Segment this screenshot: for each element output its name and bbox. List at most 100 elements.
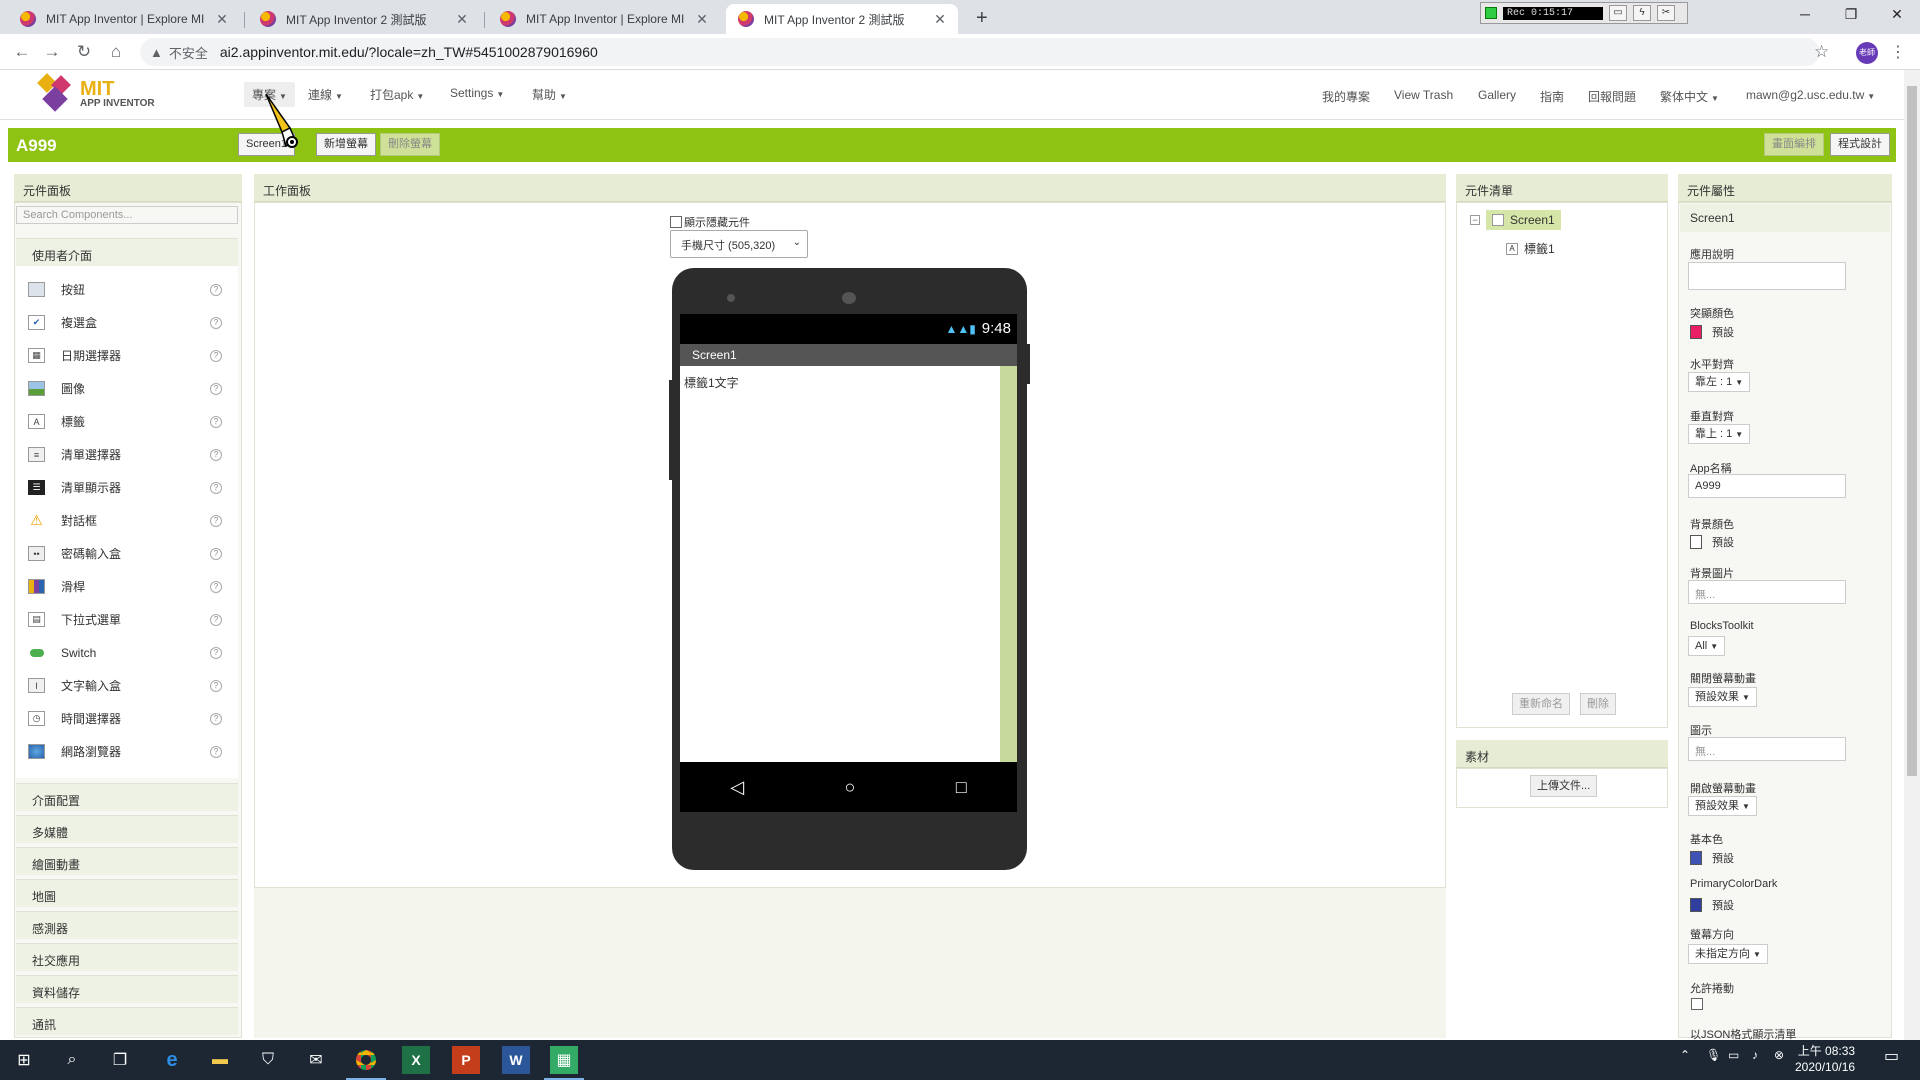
category-sensors[interactable]: 感測器	[16, 911, 238, 939]
prop-open-anim-dropdown[interactable]: 預設效果 ▼	[1688, 796, 1757, 816]
back-arrow-icon[interactable]: ←	[10, 40, 34, 64]
help-icon[interactable]: ?	[210, 448, 222, 461]
prop-halign-dropdown[interactable]: 靠左 : 1 ▼	[1688, 372, 1751, 392]
system-clock[interactable]: 上午 08:33 2020/10/16	[1795, 1043, 1855, 1075]
url-input[interactable]: ▲ 不安全 ai2.appinventor.mit.edu/?locale=zh…	[140, 38, 1820, 66]
recorder-stop-icon[interactable]: ✂	[1657, 5, 1675, 21]
palette-item-checkbox[interactable]: ✔ 複選盒?	[16, 306, 238, 339]
help-icon[interactable]: ?	[210, 679, 222, 692]
category-maps[interactable]: 地圖	[16, 879, 238, 907]
label1-preview[interactable]: 標籤1文字	[684, 376, 739, 390]
restore-icon[interactable]: ❐	[1828, 0, 1874, 28]
prop-blockstoolkit-dropdown[interactable]: All ▼	[1688, 636, 1726, 656]
menu-help[interactable]: 幫助 ▼	[532, 86, 567, 103]
prop-icon-picker[interactable]: 無...	[1688, 737, 1846, 761]
palette-item-listview[interactable]: ☰ 清單顯示器?	[16, 471, 238, 504]
bookmark-star-icon[interactable]: ☆	[1814, 42, 1829, 62]
checkbox-box[interactable]	[670, 216, 682, 228]
forward-arrow-icon[interactable]: →	[40, 40, 64, 64]
category-storage[interactable]: 資料儲存	[16, 975, 238, 1003]
minimize-icon[interactable]: ─	[1782, 0, 1828, 28]
account-menu[interactable]: mawn@g2.usc.edu.tw ▼	[1746, 88, 1875, 102]
category-media[interactable]: 多媒體	[16, 815, 238, 843]
palette-item-webviewer[interactable]: 網路瀏覽器?	[16, 735, 238, 768]
network-icon[interactable]: ▭	[1728, 1048, 1739, 1062]
microphone-icon[interactable]: 🎙︎	[1706, 1048, 1721, 1062]
menu-settings[interactable]: Settings ▼	[450, 86, 504, 100]
browser-tab[interactable]: MIT App Inventor 2 測試版 ✕	[248, 4, 480, 34]
reload-icon[interactable]: ↻	[72, 40, 96, 64]
chrome-icon[interactable]	[352, 1046, 380, 1074]
tree-node-screen1[interactable]: Screen1	[1486, 210, 1561, 230]
palette-item-textbox[interactable]: I 文字輸入盒?	[16, 669, 238, 702]
close-icon[interactable]: ✕	[932, 11, 948, 28]
window-close-icon[interactable]: ✕	[1874, 0, 1920, 28]
palette-item-spinner[interactable]: ▤ 下拉式選單?	[16, 603, 238, 636]
upload-file-button[interactable]: 上傳文件...	[1530, 775, 1598, 797]
prop-about-textarea[interactable]	[1688, 262, 1846, 290]
prop-primary-dark-color[interactable]: 預設	[1690, 897, 1734, 913]
palette-item-slider[interactable]: 滑桿?	[16, 570, 238, 603]
palette-item-timepicker[interactable]: ◷ 時間選擇器?	[16, 702, 238, 735]
screen-content[interactable]: 標籤1文字	[680, 366, 1000, 762]
remove-screen-button[interactable]: 刪除螢幕	[380, 133, 440, 156]
windows-start-icon[interactable]: ⊞	[10, 1046, 38, 1074]
help-icon[interactable]: ?	[210, 283, 222, 296]
palette-item-listpicker[interactable]: ≡ 清單選擇器?	[16, 438, 238, 471]
palette-item-switch[interactable]: Switch?	[16, 636, 238, 669]
category-layout[interactable]: 介面配置	[16, 783, 238, 811]
help-icon[interactable]: ?	[210, 547, 222, 560]
palette-item-password[interactable]: •• 密碼輸入盒?	[16, 537, 238, 570]
show-hidden-checkbox[interactable]: 顯示隱藏元件	[670, 214, 750, 230]
guide-link[interactable]: 指南	[1540, 88, 1564, 105]
help-icon[interactable]: ?	[210, 712, 222, 725]
help-icon[interactable]: ?	[210, 349, 222, 362]
category-connectivity[interactable]: 通訊	[16, 1007, 238, 1035]
recorder-draw-icon[interactable]: ϟ	[1633, 5, 1651, 21]
help-icon[interactable]: ?	[210, 580, 222, 593]
category-user-interface[interactable]: 使用者介面	[16, 238, 238, 266]
palette-item-image[interactable]: 圖像?	[16, 372, 238, 405]
phone-size-select[interactable]: 手機尺寸 (505,320) ⌄	[670, 230, 808, 258]
notification-icon[interactable]: ▭	[1884, 1046, 1899, 1066]
view-trash-link[interactable]: View Trash	[1394, 88, 1453, 102]
category-drawing-animation[interactable]: 繪圖動畫	[16, 847, 238, 875]
new-tab-button[interactable]: +	[976, 7, 988, 30]
task-view-icon[interactable]: ❐	[106, 1046, 134, 1074]
menu-connect[interactable]: 連線 ▼	[308, 86, 343, 103]
page-scrollbar[interactable]	[1904, 70, 1920, 1040]
tree-node-label1[interactable]: A 標籤1	[1506, 240, 1555, 257]
help-icon[interactable]: ?	[210, 316, 222, 329]
prop-bgcolor[interactable]: 預設	[1690, 534, 1734, 550]
help-icon[interactable]: ?	[210, 415, 222, 428]
help-icon[interactable]: ?	[210, 745, 222, 758]
prop-valign-dropdown[interactable]: 靠上 : 1 ▼	[1688, 424, 1751, 444]
scrollbar-thumb[interactable]	[1907, 86, 1917, 776]
blocks-button[interactable]: 程式設計	[1830, 133, 1890, 156]
volume-icon[interactable]: ♪	[1752, 1048, 1758, 1062]
excel-icon[interactable]: X	[402, 1046, 430, 1074]
mail-icon[interactable]: ✉	[302, 1046, 330, 1074]
powerpoint-icon[interactable]: P	[452, 1046, 480, 1074]
browser-menu-icon[interactable]: ⋮	[1890, 42, 1906, 62]
search-icon[interactable]: ⌕	[58, 1046, 86, 1074]
close-icon[interactable]: ✕	[214, 11, 230, 28]
prop-close-anim-dropdown[interactable]: 預設效果 ▼	[1688, 687, 1757, 707]
browser-tab-active[interactable]: MIT App Inventor 2 測試版 ✕	[726, 4, 958, 34]
app-inventor-logo[interactable]: MIT APP INVENTOR	[36, 73, 155, 112]
browser-tab[interactable]: MIT App Inventor | Explore MI ✕	[488, 4, 720, 34]
language-menu[interactable]: 繁体中文 ▼	[1660, 88, 1719, 105]
home-icon[interactable]: ⌂	[104, 40, 128, 64]
recorder-pause-icon[interactable]: ▭	[1609, 5, 1627, 21]
report-issue-link[interactable]: 回報問題	[1588, 88, 1636, 105]
prop-accent-color[interactable]: 預設	[1690, 324, 1734, 340]
insecure-label[interactable]: 不安全	[169, 43, 208, 62]
browser-tab[interactable]: MIT App Inventor | Explore MI ✕	[8, 4, 240, 34]
rename-button[interactable]: 重新命名	[1512, 693, 1570, 715]
edge-browser-icon[interactable]: e	[158, 1046, 186, 1074]
tray-chevron-icon[interactable]: ⌃	[1680, 1048, 1690, 1062]
palette-item-label[interactable]: A 標籤?	[16, 405, 238, 438]
component-search-input[interactable]: Search Components...	[16, 206, 238, 224]
close-icon[interactable]: ✕	[694, 11, 710, 28]
delete-button[interactable]: 刪除	[1580, 693, 1616, 715]
